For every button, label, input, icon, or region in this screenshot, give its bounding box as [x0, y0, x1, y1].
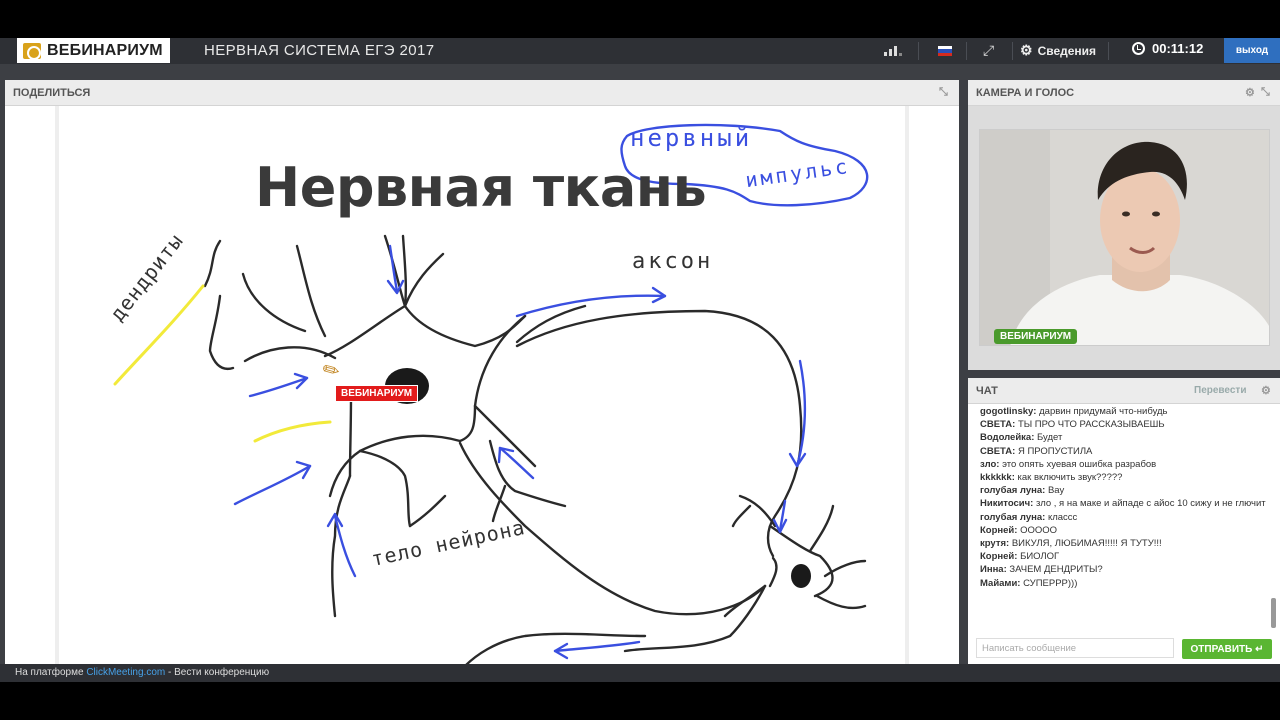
info-label: Сведения — [1037, 43, 1097, 58]
gear-icon: ⚙ — [1020, 42, 1033, 58]
timer-value: 00:11:12 — [1152, 41, 1204, 56]
chat-message: Майами: СУПЕРРР))) — [980, 577, 1078, 589]
send-button[interactable]: ОТПРАВИТЬ ↵ — [1182, 639, 1272, 659]
chat-panel-title: ЧАТ — [976, 384, 998, 397]
gear-icon[interactable]: ⚙ — [1261, 384, 1271, 397]
translate-button[interactable]: Перевести — [1194, 385, 1246, 396]
logo-text: ВЕБИНАРИУМ — [47, 41, 163, 59]
top-bar: ВЕБИНАРИУМ НЕРВНАЯ СИСТЕМА ЕГЭ 2017 ⤢ ⚙ … — [0, 38, 1280, 64]
camera-panel: КАМЕРА И ГОЛОС ⚙ ⤡ ВЕБИНАРИУМ — [968, 80, 1280, 370]
presenter-image — [980, 130, 1269, 345]
chat-message: крутя: ВИКУЛЯ, ЛЮБИМАЯ!!!!! Я ТУТУ!!! — [980, 538, 1162, 550]
webinar-title: НЕРВНАЯ СИСТЕМА ЕГЭ 2017 — [204, 42, 435, 59]
chat-message: Корней: ООООО — [980, 524, 1058, 536]
info-button[interactable]: ⚙ Сведения — [1020, 42, 1096, 59]
impulse-label-line1: нервный — [630, 124, 753, 152]
chat-message: Инна: ЗАЧЕМ ДЕНДРИТЫ? — [980, 564, 1103, 576]
share-panel: ПОДЕЛИТЬСЯ ⤡ Нервная ткань аксон дендрит… — [5, 80, 959, 670]
workspace: ПОДЕЛИТЬСЯ ⤡ Нервная ткань аксон дендрит… — [0, 64, 1280, 670]
camera-panel-title: КАМЕРА И ГОЛОС — [976, 86, 1075, 99]
signal-icon[interactable] — [884, 44, 904, 56]
chat-message: СВЕТА: Я ПРОПУСТИЛА — [980, 445, 1093, 457]
clock-icon — [1132, 42, 1145, 55]
chat-panel-header: ЧАТ Перевести ⚙ — [968, 378, 1280, 404]
chat-panel: ЧАТ Перевести ⚙ gogotlinsky: дарвин прид… — [968, 378, 1280, 664]
fullscreen-icon[interactable]: ⤢ — [983, 42, 999, 58]
presenter-tag: ВЕБИНАРИУМ — [335, 385, 419, 402]
chat-message: голубая луна: классс — [980, 511, 1078, 523]
footer-suffix[interactable]: - Вести конференцию — [165, 667, 269, 678]
session-timer: 00:11:12 — [1132, 41, 1203, 56]
camera-panel-header: КАМЕРА И ГОЛОС ⚙ ⤡ — [968, 80, 1280, 106]
chat-message: зло: это опять хуевая ошибка разрабов — [980, 458, 1157, 470]
presenter-video: ВЕБИНАРИУМ — [979, 129, 1270, 346]
footer: На платформе ClickMeeting.com - Вести ко… — [0, 664, 1280, 682]
whiteboard-heading: Нервная ткань — [255, 156, 707, 219]
chat-scrollbar[interactable] — [1271, 598, 1276, 628]
camera-badge: ВЕБИНАРИУМ — [994, 329, 1078, 344]
chat-message: gogotlinsky: дарвин придумай что-нибудь — [980, 406, 1168, 417]
exit-button[interactable]: выход — [1224, 38, 1280, 63]
collapse-icon[interactable]: ⤡ — [939, 86, 948, 99]
clickmeeting-link[interactable]: ClickMeeting.com — [86, 667, 165, 678]
chat-messages: gogotlinsky: дарвин придумай что-нибудь … — [980, 405, 1270, 635]
collapse-icon[interactable]: ⤡ — [1261, 86, 1270, 99]
webinarium-logo[interactable]: ВЕБИНАРИУМ — [17, 38, 170, 63]
chat-message-input[interactable]: Написать сообщение — [976, 638, 1174, 658]
chat-message: kkkkkk: как включить звук????? — [980, 472, 1123, 484]
russian-flag-icon[interactable] — [938, 46, 952, 56]
footer-prefix: На платформе — [15, 667, 87, 678]
share-panel-title: ПОДЕЛИТЬСЯ — [13, 86, 91, 99]
share-panel-header: ПОДЕЛИТЬСЯ ⤡ — [5, 80, 959, 106]
chat-message: Водолейка: Будет — [980, 432, 1063, 444]
chat-message: Никитосич: зло , я на маке и айпаде с ай… — [980, 498, 1266, 510]
chat-message: голубая луна: Вау — [980, 485, 1065, 497]
whiteboard[interactable]: Нервная ткань аксон дендриты тело нейрон… — [5, 106, 959, 670]
chat-message: Корней: БИОЛОГ — [980, 551, 1060, 563]
chat-message: СВЕТА: ТЫ ПРО ЧТО РАССКАЗЫВАЕШЬ — [980, 419, 1165, 431]
logo-icon — [23, 42, 41, 60]
webinar-app: ВЕБИНАРИУМ НЕРВНАЯ СИСТЕМА ЕГЭ 2017 ⤢ ⚙ … — [0, 0, 1280, 720]
gear-icon[interactable]: ⚙ — [1245, 86, 1255, 99]
axon-label: аксон — [632, 249, 714, 274]
